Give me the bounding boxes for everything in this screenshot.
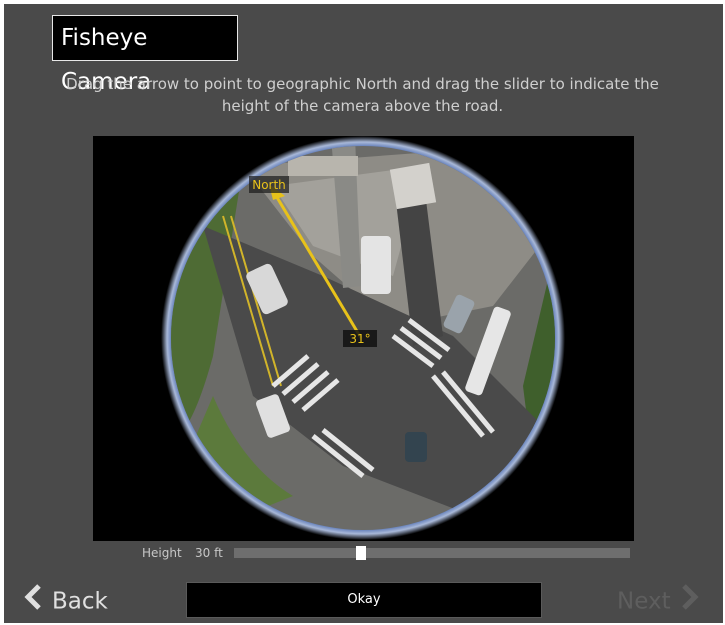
height-slider[interactable]: [234, 546, 630, 560]
height-label: Height: [142, 546, 182, 560]
north-label-text: North: [252, 178, 286, 192]
next-button[interactable]: Next: [617, 583, 701, 617]
angle-label-text: 31°: [349, 332, 370, 346]
north-label: North: [249, 176, 289, 193]
height-value: 30 ft: [195, 546, 223, 560]
okay-button[interactable]: Okay: [186, 582, 542, 618]
chevron-left-icon: [22, 583, 44, 621]
instructions-text: Drag the arrow to point to geographic No…: [66, 75, 659, 115]
back-button-label: Back: [52, 588, 108, 615]
back-button[interactable]: Back: [22, 583, 108, 617]
angle-badge: 31°: [343, 330, 377, 347]
height-slider-thumb[interactable]: [355, 546, 366, 560]
chevron-right-icon: [679, 583, 701, 621]
next-button-label: Next: [617, 588, 671, 615]
fisheye-camera-view: North 31°: [93, 136, 634, 541]
dialog-title: Fisheye Camera: [52, 15, 238, 95]
fisheye-image: North 31°: [93, 136, 634, 541]
height-control: Height 30 ft: [0, 544, 725, 562]
